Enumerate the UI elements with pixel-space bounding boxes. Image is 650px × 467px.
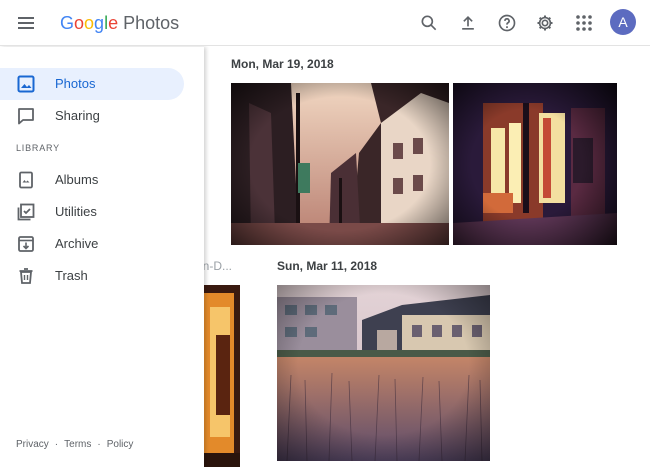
trash-icon xyxy=(16,266,36,286)
menu-icon[interactable] xyxy=(14,11,38,35)
product-name: Photos xyxy=(123,13,180,33)
upload-icon[interactable] xyxy=(456,11,480,35)
sidebar-item-utilities[interactable]: Utilities xyxy=(0,196,184,228)
privacy-link[interactable]: Privacy xyxy=(16,439,49,450)
sidebar-item-label: Trash xyxy=(55,268,88,283)
sidebar-item-label: Utilities xyxy=(55,204,97,219)
photo-street[interactable] xyxy=(231,83,449,245)
sidebar-item-photos[interactable]: Photos xyxy=(0,68,184,100)
sidebar-item-archive[interactable]: Archive xyxy=(0,228,184,260)
sidebar-item-albums[interactable]: Albums xyxy=(0,164,184,196)
sidebar-footer: Privacy · Terms · Policy xyxy=(16,439,133,450)
sidebar-item-trash[interactable]: Trash xyxy=(0,260,184,292)
logo-letter-g: G xyxy=(60,13,75,33)
top-app-bar: Google Photos A xyxy=(0,0,650,46)
sidebar-item-label: Albums xyxy=(55,172,99,187)
photo-houses-field[interactable] xyxy=(277,285,490,461)
logo-letter-o1: o xyxy=(74,13,85,33)
help-icon[interactable] xyxy=(495,11,519,35)
sharing-icon xyxy=(16,106,36,126)
account-avatar[interactable]: A xyxy=(610,9,636,35)
apps-icon[interactable] xyxy=(572,11,596,35)
library-section-label: LIBRARY xyxy=(16,143,60,153)
footer-separator: · xyxy=(97,439,101,450)
terms-link[interactable]: Terms xyxy=(64,439,91,450)
sidebar-item-label: Archive xyxy=(55,236,99,251)
logo-letter-o2: o xyxy=(84,13,95,33)
date-header[interactable]: Mon, Mar 19, 2018 xyxy=(231,57,334,71)
sidebar-item-sharing[interactable]: Sharing xyxy=(0,100,184,132)
footer-separator: · xyxy=(54,439,59,450)
settings-icon[interactable] xyxy=(533,11,557,35)
archive-icon xyxy=(16,234,36,254)
utilities-icon xyxy=(16,202,36,222)
sidebar-item-label: Sharing xyxy=(55,108,100,123)
google-photos-logo[interactable]: Google Photos xyxy=(60,11,179,35)
albums-icon xyxy=(16,170,36,190)
navigation-drawer: Photos Sharing LIBRARY Albums Utilities … xyxy=(0,47,204,467)
logo-letter-e: e xyxy=(108,13,119,33)
policy-link[interactable]: Policy xyxy=(107,439,134,450)
sidebar-item-label: Photos xyxy=(55,76,96,91)
photo-shop-night[interactable] xyxy=(453,83,617,245)
date-header[interactable]: Sun, Mar 11, 2018 xyxy=(277,259,377,273)
logo-letter-g2: g xyxy=(94,13,105,33)
search-icon[interactable] xyxy=(417,11,441,35)
photos-icon xyxy=(16,74,36,94)
